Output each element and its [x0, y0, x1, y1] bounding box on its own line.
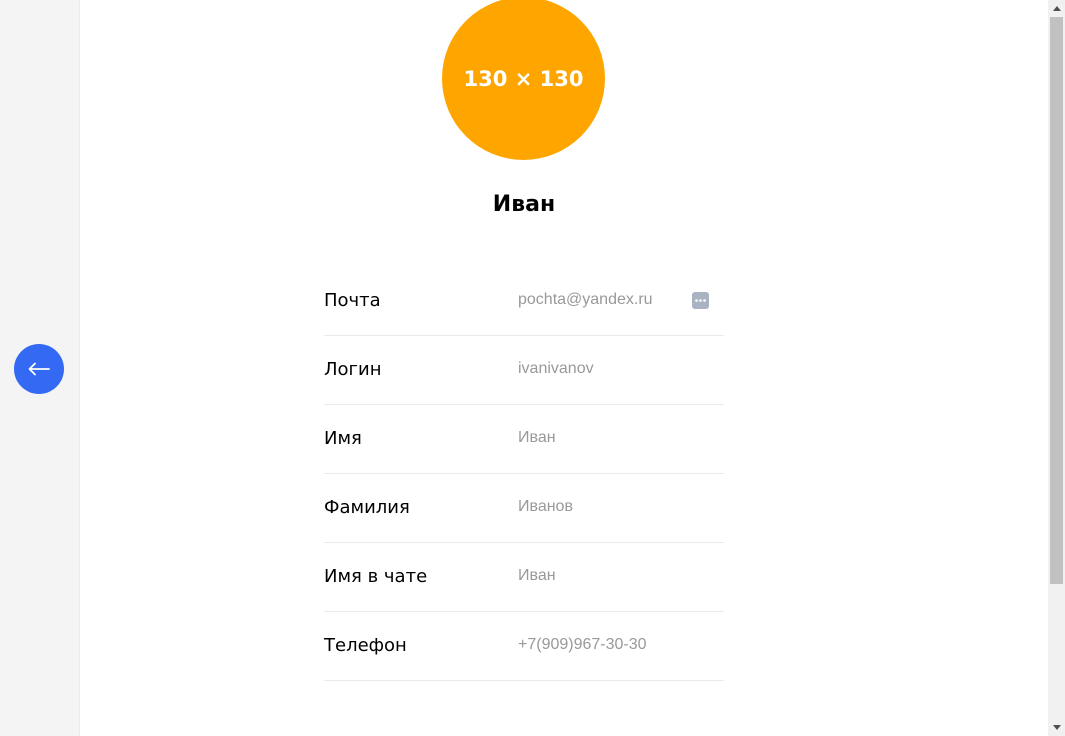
field-value-chat-name: Иван [518, 567, 556, 584]
field-value-last-name: Иванов [518, 498, 573, 515]
field-row-last-name: Фамилия Иванов [324, 474, 724, 543]
back-button[interactable] [14, 344, 64, 394]
profile-content: 130 × 130 Иван Почта pochta@yandex.ru Ло… [80, 0, 1048, 736]
field-label-login: Логин [324, 359, 382, 380]
scrollbar-thumb[interactable] [1050, 17, 1063, 584]
scroll-down-arrow[interactable] [1048, 719, 1065, 736]
field-row-first-name: Имя Иван [324, 405, 724, 474]
profile-fields: Почта pochta@yandex.ru Логин ivanivanov … [324, 267, 724, 681]
autofill-dots-icon[interactable] [692, 292, 709, 309]
avatar-placeholder-text: 130 × 130 [463, 66, 584, 91]
avatar[interactable]: 130 × 130 [442, 0, 605, 160]
triangle-down-icon [1052, 725, 1061, 730]
triangle-up-icon [1052, 6, 1061, 11]
field-value-first-name: Иван [518, 429, 556, 446]
field-label-first-name: Имя [324, 428, 362, 449]
profile-page: 130 × 130 Иван Почта pochta@yandex.ru Ло… [0, 0, 1065, 736]
profile-display-name: Иван [492, 192, 556, 217]
field-value-login: ivanivanov [518, 360, 594, 377]
field-value-email: pochta@yandex.ru [518, 291, 653, 308]
scroll-up-arrow[interactable] [1048, 0, 1065, 17]
back-panel [0, 0, 80, 736]
field-label-phone: Телефон [324, 635, 407, 656]
field-row-email: Почта pochta@yandex.ru [324, 267, 724, 336]
field-label-last-name: Фамилия [324, 497, 410, 518]
field-label-chat-name: Имя в чате [324, 566, 428, 587]
vertical-scrollbar[interactable] [1048, 0, 1065, 736]
field-row-phone: Телефон +7(909)967-30-30 [324, 612, 724, 681]
field-label-email: Почта [324, 290, 381, 311]
field-row-chat-name: Имя в чате Иван [324, 543, 724, 612]
field-value-phone: +7(909)967-30-30 [518, 636, 647, 653]
field-row-login: Логин ivanivanov [324, 336, 724, 405]
arrow-left-icon [28, 362, 50, 376]
